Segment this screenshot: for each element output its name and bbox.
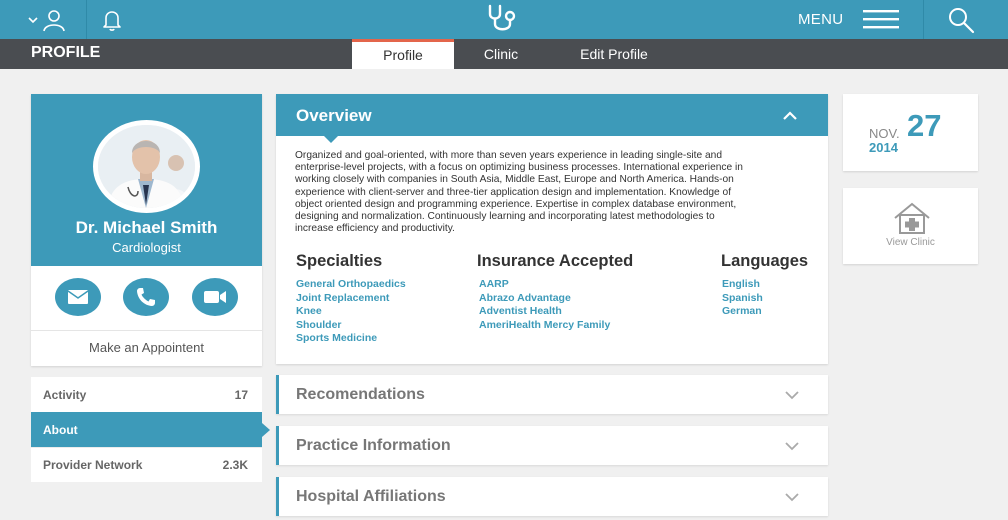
bio-line: designing and normalization. Continuousl… [295,211,715,223]
specialty-link[interactable]: Sports Medicine [296,332,406,346]
sidebar-item-activity[interactable]: Activity 17 [31,377,262,412]
languages-list: English Spanish German [722,278,763,319]
date-month: NOV. [869,126,900,141]
sidebar-item-label: Activity [43,388,87,402]
chevron-down-icon [785,493,799,502]
insurance-link[interactable]: Adventist Health [479,305,610,319]
specialty-link[interactable]: General Orthopaedics [296,278,406,292]
sidebar-item-about[interactable]: About [31,412,270,447]
languages-heading: Languages [721,252,809,270]
practice-information-section[interactable]: Practice Information [276,426,828,465]
topbar-divider [923,0,924,39]
tab-profile[interactable]: Profile [352,39,454,69]
overview-title: Overview [296,106,372,125]
insurance-link[interactable]: AARP [479,278,610,292]
specialty-link[interactable]: Joint Replacement [296,292,406,306]
specialties-heading: Specialties [296,252,383,270]
sidebar-item-label: Provider Network [43,458,143,472]
active-indicator-arrow [262,423,270,437]
video-icon [204,291,226,303]
overview-bio: Organized and goal-oriented, with more t… [295,150,811,235]
insurance-link[interactable]: AmeriHealth Mercy Family [479,319,610,333]
date-year: 2014 [869,140,898,155]
bio-line: increase efficiency and productivity. [295,223,455,235]
profile-card: Dr. Michael Smith Cardiologist Make an A… [31,94,262,366]
search-button[interactable] [947,6,975,34]
menu-button[interactable]: MENU [798,8,900,30]
top-bar: MENU [0,0,1008,39]
overview-header[interactable]: Overview [276,94,828,136]
clinic-icon [894,202,930,234]
specialty-link[interactable]: Shoulder [296,319,406,333]
date-day: 27 [907,108,942,143]
doctor-name: Dr. Michael Smith [75,218,218,237]
insurance-heading: Insurance Accepted [477,252,634,270]
hospital-affiliations-section[interactable]: Hospital Affiliations [276,477,828,516]
section-title: Hospital Affiliations [296,488,446,505]
bio-line: experience with client-server and three-… [295,186,732,198]
bio-line: object oriented design and programming e… [295,198,737,210]
date-card: NOV. 27 2014 [843,94,978,171]
chevron-down-icon [785,442,799,451]
profile-header: Dr. Michael Smith Cardiologist [31,94,262,266]
bio-line: enterprise-level projects, with a focus … [295,162,743,174]
mail-icon [67,290,89,304]
sidebar-item-label: About [43,423,78,437]
phone-icon [137,288,155,306]
language-link[interactable]: Spanish [722,292,763,306]
specialty-link[interactable]: Knee [296,305,406,319]
tab-edit-profile[interactable]: Edit Profile [560,39,668,69]
bell-icon [103,11,121,31]
sidebar-item-count: 17 [234,388,248,402]
email-button[interactable] [55,278,101,316]
search-icon [949,8,975,34]
specialties-list: General Orthopaedics Joint Replacement K… [296,278,406,346]
make-appointment-button[interactable]: Make an Appointent [31,340,262,355]
hamburger-icon [863,10,900,29]
doctor-specialty: Cardiologist [112,240,181,255]
insurance-link[interactable]: Abrazo Advantage [479,292,610,306]
user-menu-button[interactable] [28,7,72,33]
sub-nav-bar: PROFILE Profile Clinic Edit Profile [0,39,1008,69]
section-title: Recomendations [296,386,425,403]
user-icon [43,10,65,32]
view-clinic-button[interactable]: View Clinic [843,188,978,264]
avatar [98,125,195,208]
menu-label: MENU [798,10,844,28]
insurance-list: AARP Abrazo Advantage Adventist Health A… [479,278,610,332]
language-link[interactable]: English [722,278,763,292]
chevron-up-icon[interactable] [780,108,800,122]
chevron-down-icon [28,16,38,23]
overview-panel: Overview Organized and goal-oriented, wi… [276,94,828,364]
tab-clinic[interactable]: Clinic [461,39,541,69]
recommendations-section[interactable]: Recomendations [276,375,828,414]
notifications-button[interactable] [100,8,124,32]
section-title: Practice Information [296,437,451,454]
topbar-divider [86,0,87,39]
video-call-button[interactable] [192,278,238,316]
call-button[interactable] [123,278,169,316]
language-link[interactable]: German [722,305,763,319]
chevron-down-icon [785,391,799,400]
page-title: PROFILE [31,44,101,61]
card-divider [31,330,262,331]
sidebar-item-provider-network[interactable]: Provider Network 2.3K [31,447,262,482]
overview-notch [324,136,338,143]
logo-stethoscope-icon[interactable] [486,4,520,34]
bio-line: Organized and goal-oriented, with more t… [295,150,722,161]
view-clinic-label: View Clinic [886,237,935,248]
sidebar-item-count: 2.3K [222,458,248,472]
profile-nav: Activity 17 About Provider Network 2.3K [31,377,270,482]
bio-line: working closely with companies in South … [295,174,734,186]
